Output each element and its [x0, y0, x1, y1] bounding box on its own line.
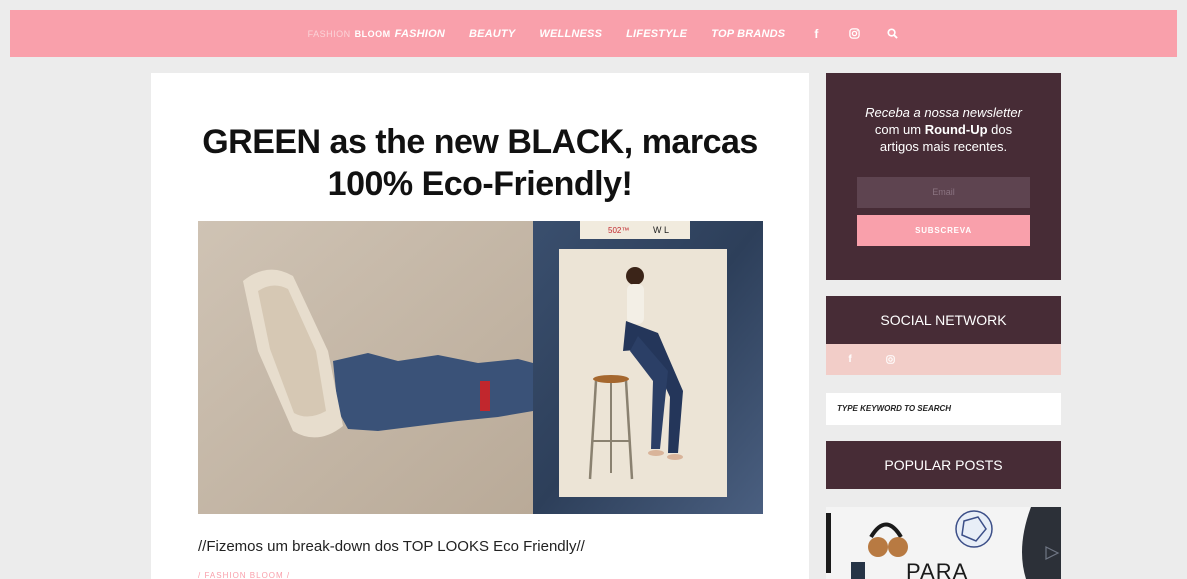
nav-item-fashion[interactable]: FASHION: [395, 28, 445, 40]
newsletter-line-2-bold: Round-Up: [924, 122, 988, 137]
newsletter-line-1: Receba a nossa newsletter: [865, 105, 1022, 120]
article-excerpt: //Fizemos um break-down dos TOP LOOKS Ec…: [198, 538, 585, 555]
instagram-icon[interactable]: [883, 355, 897, 364]
newsletter-email-input[interactable]: Email: [857, 177, 1030, 208]
nav-item-lifestyle[interactable]: LIFESTYLE: [626, 28, 687, 40]
facebook-icon[interactable]: f: [843, 354, 857, 365]
sidebar: Receba a nossa newsletter com um Round-U…: [826, 73, 1061, 579]
social-icons-bar: f: [826, 344, 1061, 375]
article-card: GREEN as the new BLACK, marcas 100% Eco-…: [151, 73, 809, 579]
hero-label-502: 502™: [608, 226, 629, 235]
top-navigation-bar: FASHION BLOOM FASHION BEAUTY WELLNESS LIF…: [10, 10, 1177, 57]
nav-item-wellness[interactable]: WELLNESS: [539, 28, 602, 40]
site-logo[interactable]: FASHION BLOOM FASHION: [308, 28, 445, 40]
facebook-icon[interactable]: f: [809, 27, 823, 41]
sidebar-search-input[interactable]: TYPE KEYWORD TO SEARCH: [826, 393, 1061, 425]
logo-text-light: FASHION: [307, 28, 351, 39]
logo-text-bold: BLOOM: [354, 28, 391, 39]
article-title[interactable]: GREEN as the new BLACK, marcas 100% Eco-…: [191, 121, 769, 205]
search-icon[interactable]: [885, 28, 899, 39]
newsletter-line-2: com um Round-Up dos: [826, 121, 1061, 138]
newsletter-line-3: artigos mais recentes.: [879, 139, 1008, 154]
newsletter-line-2-pre: com um: [874, 122, 925, 137]
popular-post-thumbnail[interactable]: PARA: [826, 507, 1061, 579]
subscribe-button[interactable]: SUBSCREVA: [857, 215, 1030, 246]
instagram-icon[interactable]: [847, 28, 861, 39]
article-hero-image[interactable]: 502™ W L: [198, 221, 763, 514]
nav-item-beauty[interactable]: BEAUTY: [469, 28, 515, 40]
hero-label-wl: W L: [653, 225, 669, 235]
social-network-heading: SOCIAL NETWORK: [826, 296, 1061, 344]
nav-item-top-brands[interactable]: TOP BRANDS: [711, 28, 785, 40]
newsletter-widget: Receba a nossa newsletter com um Round-U…: [826, 73, 1061, 280]
popular-post-thumb-text: PARA: [906, 559, 969, 579]
main-nav: FASHION BLOOM FASHION BEAUTY WELLNESS LIF…: [308, 27, 900, 41]
popular-posts-heading: POPULAR POSTS: [826, 441, 1061, 489]
article-category-link[interactable]: / FASHION BLOOM /: [198, 571, 290, 579]
newsletter-line-2-post: dos: [987, 122, 1013, 137]
